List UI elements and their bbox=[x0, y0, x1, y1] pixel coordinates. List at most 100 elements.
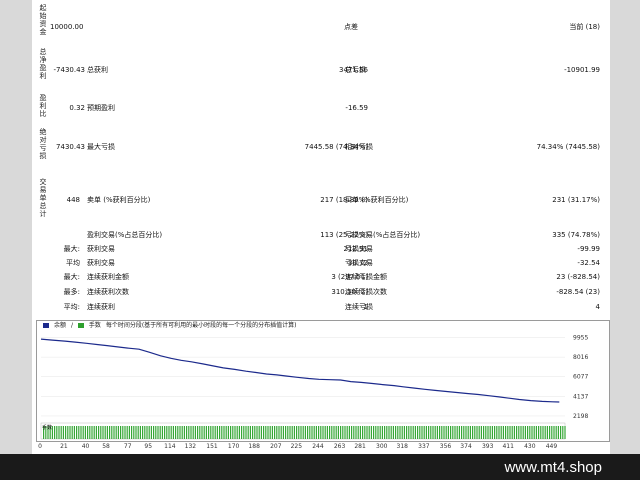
strategy-report: 起始资金 总净盈利 盈利比 绝对亏损 交易单总计 10000.00 点差 当前 … bbox=[32, 0, 610, 318]
row-right-label: 连续亏损 bbox=[345, 303, 373, 311]
row-right-label: 连续亏损金额 bbox=[345, 273, 387, 281]
lot-bar bbox=[139, 426, 141, 439]
lot-bar bbox=[254, 426, 256, 439]
lot-bar bbox=[271, 426, 273, 439]
lot-bar bbox=[476, 426, 478, 439]
max-drawdown-label: 最大亏损 bbox=[87, 143, 115, 151]
gross-loss-value: -10901.99 bbox=[564, 66, 600, 74]
lot-bar bbox=[359, 426, 361, 439]
lot-bar bbox=[148, 426, 150, 439]
lot-bar bbox=[388, 426, 390, 439]
x-tick-label: 151 bbox=[206, 443, 218, 450]
lot-bar bbox=[216, 426, 218, 439]
expected-payoff-label: 预期盈利 bbox=[87, 104, 115, 112]
row-left-label: 连续获利次数 bbox=[87, 288, 129, 296]
lot-bar bbox=[401, 426, 403, 439]
lot-bar bbox=[540, 426, 542, 439]
lot-bar bbox=[194, 426, 196, 439]
lot-bar bbox=[289, 426, 291, 439]
profit-factor-value: 0.32 bbox=[69, 104, 85, 112]
lot-bar bbox=[439, 426, 441, 439]
lot-bar bbox=[205, 426, 207, 439]
lot-bar bbox=[238, 426, 240, 439]
label-absolute-drawdown: 绝对亏损 bbox=[39, 128, 47, 160]
lot-bar bbox=[192, 426, 194, 439]
expected-payoff-value: -16.59 bbox=[345, 104, 368, 112]
row-prefix: 平均 bbox=[66, 259, 80, 267]
lot-bar bbox=[498, 426, 500, 439]
lot-bar bbox=[131, 426, 133, 439]
loss-trades-value: 335 (74.78%) bbox=[552, 231, 600, 239]
lot-bar bbox=[230, 426, 232, 439]
lot-bar bbox=[333, 426, 335, 439]
lot-bar bbox=[89, 426, 91, 439]
x-tick-label: 411 bbox=[502, 443, 514, 450]
x-tick-label: 40 bbox=[81, 443, 90, 450]
lot-bar bbox=[454, 426, 456, 439]
lot-bar bbox=[142, 426, 144, 439]
lot-bar bbox=[469, 426, 471, 439]
lot-bar bbox=[161, 426, 163, 439]
lot-bar bbox=[441, 426, 443, 439]
lot-bar bbox=[302, 426, 304, 439]
row-right-label: 连续亏损次数 bbox=[345, 288, 387, 296]
lot-bar bbox=[120, 426, 122, 439]
lot-bar bbox=[355, 426, 357, 439]
lot-bar bbox=[258, 426, 260, 439]
lot-bar bbox=[106, 426, 108, 439]
row-prefix: 最多: bbox=[63, 288, 80, 296]
lot-bar bbox=[529, 426, 531, 439]
lot-bar bbox=[287, 426, 289, 439]
x-tick-label: 132 bbox=[184, 443, 197, 450]
lot-bar bbox=[188, 426, 190, 439]
lot-bar bbox=[280, 426, 282, 439]
y-tick-label: 2198 bbox=[573, 413, 588, 420]
lot-bar bbox=[461, 426, 463, 439]
lot-bar bbox=[489, 426, 491, 439]
lot-bar bbox=[348, 426, 350, 439]
x-tick-label: 300 bbox=[376, 443, 388, 450]
lot-bar bbox=[329, 426, 331, 439]
lot-bar bbox=[128, 426, 130, 439]
lot-bar bbox=[342, 426, 344, 439]
lot-bar bbox=[212, 426, 214, 439]
lot-bar bbox=[373, 426, 375, 439]
lot-bar bbox=[555, 426, 557, 439]
lot-bar bbox=[67, 426, 69, 439]
lot-bar bbox=[311, 426, 313, 439]
lot-bar bbox=[430, 426, 432, 439]
lot-bar bbox=[300, 426, 302, 439]
lot-bar bbox=[296, 426, 298, 439]
lot-bar bbox=[159, 426, 161, 439]
lot-bar bbox=[91, 426, 93, 439]
balance-chart: 余额 / 手数 每个时间分段(基于所有可利用的最小时段的每一个分段的分布插值计算… bbox=[36, 320, 610, 442]
lot-bar bbox=[414, 426, 416, 439]
lot-bar bbox=[102, 426, 104, 439]
lot-bar bbox=[322, 426, 324, 439]
lot-bar bbox=[379, 426, 381, 439]
lot-bar bbox=[562, 426, 564, 439]
lot-bar bbox=[564, 426, 566, 439]
lot-bar bbox=[500, 426, 502, 439]
lot-bar bbox=[183, 426, 185, 439]
lot-bar bbox=[403, 426, 405, 439]
row-right-label: 亏损交易 bbox=[345, 245, 373, 253]
lot-bar bbox=[201, 426, 203, 439]
lot-bar bbox=[137, 426, 139, 439]
lot-bar bbox=[256, 426, 258, 439]
lot-bar bbox=[335, 426, 337, 439]
lot-bar bbox=[346, 426, 348, 439]
lot-bar bbox=[65, 426, 67, 439]
x-tick-label: 356 bbox=[439, 443, 452, 450]
lot-bar bbox=[395, 426, 397, 439]
lot-bar bbox=[199, 426, 201, 439]
x-tick-label: 207 bbox=[270, 443, 282, 450]
label-initial-deposit: 起始资金 bbox=[39, 4, 47, 36]
row-right-value: 4 bbox=[595, 303, 600, 311]
lot-bar bbox=[445, 426, 447, 439]
lot-bar bbox=[175, 426, 177, 439]
lot-bar bbox=[313, 426, 315, 439]
row-right-value: -32.54 bbox=[577, 259, 600, 267]
lot-bar bbox=[234, 426, 236, 439]
lot-bar bbox=[496, 426, 498, 439]
